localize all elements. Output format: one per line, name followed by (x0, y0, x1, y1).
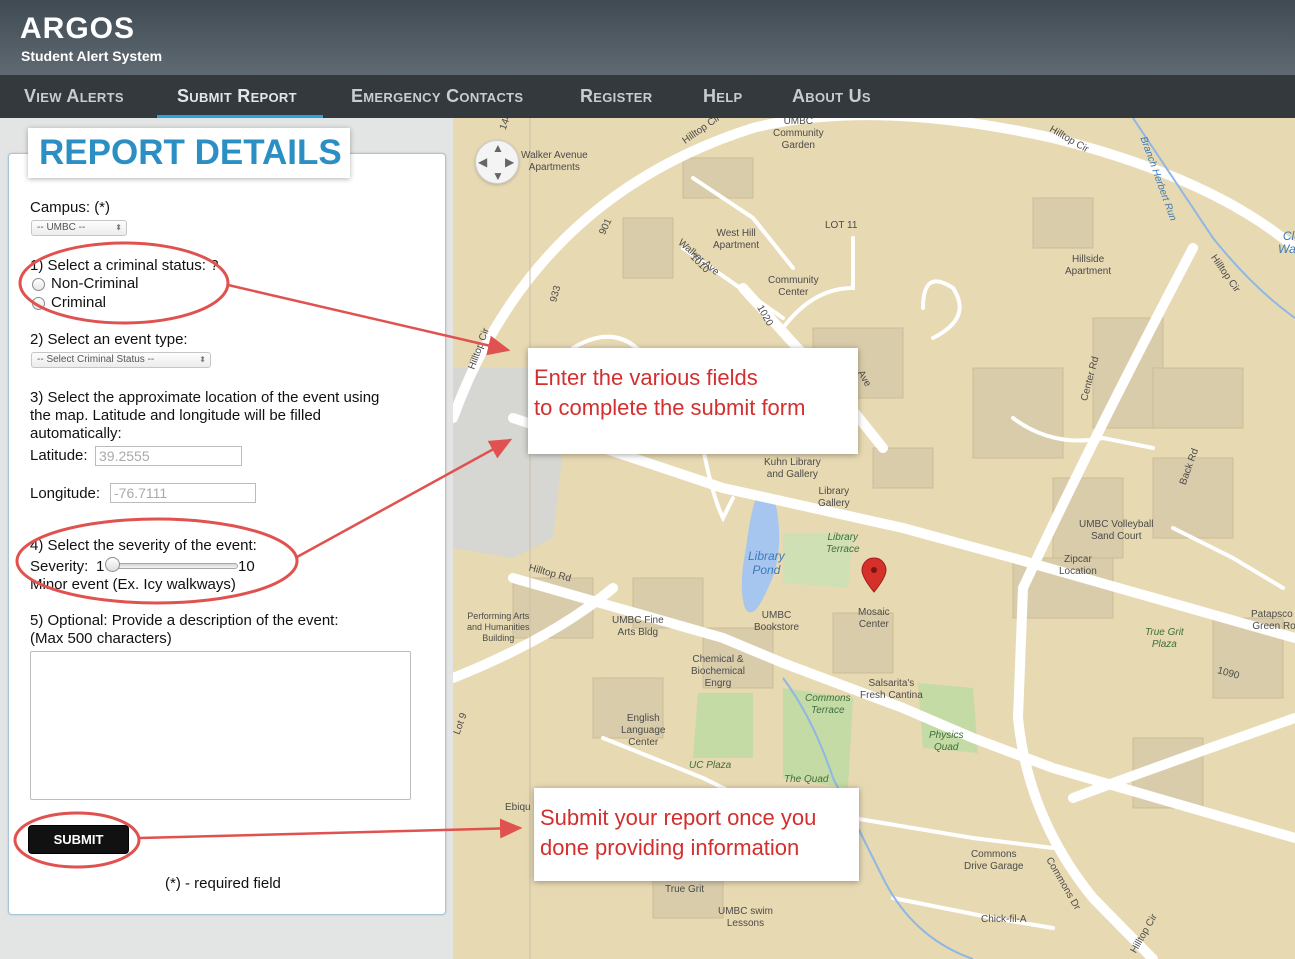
callout-fill-fields-line-1: Enter the various fields (534, 365, 758, 390)
severity-label: Severity: (30, 558, 89, 575)
map-label-library-pond: Library Pond (748, 549, 785, 577)
map-label-community-garden: UMBC Community Garden (773, 118, 824, 151)
submit-button[interactable]: SUBMIT (28, 825, 129, 854)
radio-criminal[interactable] (32, 297, 45, 310)
report-details-heading: REPORT DETAILS (28, 128, 350, 178)
app-header: ARGOS Student Alert System (0, 0, 1295, 75)
latitude-field[interactable]: 39.2555 (95, 446, 242, 466)
callout-fill-fields: Enter the various fields to complete the… (528, 348, 858, 454)
map-label-ebiqu: Ebiqu (505, 802, 531, 813)
map-label-swim-lessons: UMBC swim Lessons (718, 906, 773, 929)
map-label-library-gallery: Library Gallery (818, 486, 850, 509)
longitude-label: Longitude: (30, 485, 101, 502)
severity-slider-track[interactable] (112, 563, 238, 569)
map-label-volleyball: UMBC Volleyball Sand Court (1079, 519, 1154, 542)
severity-instructions: 4) Select the severity of the event: (30, 537, 257, 554)
callout-submit-line-2: done providing information (540, 835, 800, 860)
nav-item-view-alerts[interactable]: View Alerts (24, 86, 124, 107)
nav-item-help[interactable]: Help (703, 86, 742, 107)
map-label-english-language-center: English Language Center (621, 713, 666, 748)
map-label-the-quad: The Quad (784, 774, 829, 785)
event-type-select[interactable]: -- Select Criminal Status -- ⬍ (31, 352, 211, 368)
map-label-west-hill-apartment: West Hill Apartment (713, 228, 760, 251)
longitude-field[interactable]: -76.7111 (110, 483, 256, 503)
description-label-1: 5) Optional: Provide a description of th… (30, 612, 339, 629)
pan-down-icon[interactable]: ▼ (492, 169, 504, 183)
map-label-commons-drive-garage: Commons Drive Garage (964, 849, 1024, 872)
map-label-fine-arts: UMBC Fine Arts Bldg (612, 615, 664, 638)
map-pan-control[interactable]: ▲ ▼ ◀ ▶ (475, 140, 519, 184)
required-field-note: (*) - required field (165, 875, 281, 892)
latitude-label: Latitude: (30, 447, 88, 464)
map-label-salsaritas: Salsarita's Fresh Cantina (860, 678, 923, 701)
description-label-2: (Max 500 characters) (30, 630, 172, 647)
active-tab-indicator (157, 115, 323, 118)
map-label-performing-arts: Performing Arts and Humanities Building (467, 611, 530, 643)
map-label-bookstore: UMBC Bookstore (754, 610, 800, 633)
callout-submit-report: Submit your report once you done providi… (534, 788, 859, 881)
app-subtitle: Student Alert System (21, 48, 163, 64)
radio-label-non-criminal: Non-Criminal (51, 275, 139, 292)
map-label-lot-11: LOT 11 (825, 220, 858, 231)
radio-label-criminal: Criminal (51, 294, 107, 311)
map-label-true-grit: True Grit (665, 884, 705, 895)
nav-item-submit-report[interactable]: Submit Report (177, 86, 297, 107)
map-label-kuhn-library: Kuhn Library and Gallery (764, 457, 821, 480)
callout-fill-fields-line-2: to complete the submit form (534, 395, 806, 420)
event-type-select-value: -- Select Criminal Status -- (37, 354, 155, 365)
map-label-hillside-apartment: Hillside Apartment (1065, 254, 1112, 277)
pan-right-icon[interactable]: ▶ (505, 155, 514, 169)
location-instructions-2: the map. Latitude and longitude will be … (30, 407, 322, 424)
severity-slider-thumb[interactable] (105, 557, 120, 572)
campus-label: Campus: (*) (30, 199, 111, 216)
location-instructions-1: 3) Select the approximate location of th… (30, 389, 380, 406)
nav-item-emergency-contacts[interactable]: Emergency Contacts (351, 86, 523, 107)
nav-item-about-us[interactable]: About Us (792, 86, 871, 107)
map-label-commons-terrace: Commons Terrace (805, 693, 851, 716)
map-label-walker-avenue-apartments: Walker Avenue Apartments (521, 150, 588, 173)
event-type-label: 2) Select an event type: (30, 331, 188, 348)
report-details-title: REPORT DETAILS (39, 133, 342, 172)
map-label-true-grit-plaza: True Grit Plaza (1145, 627, 1184, 650)
severity-description: Minor event (Ex. Icy walkways) (30, 576, 236, 593)
campus-select-value: -- UMBC -- (37, 222, 86, 233)
map-label-physics-quad: Physics Quad (929, 730, 964, 753)
criminal-status-label: 1) Select a criminal status: ? (30, 257, 219, 274)
select-arrows-icon: ⬍ (115, 223, 122, 232)
campus-select[interactable]: -- UMBC -- ⬍ (31, 220, 127, 236)
map-label-patapsco: Patapsco HGreen Roo (1251, 609, 1295, 632)
pan-left-icon[interactable]: ◀ (478, 155, 487, 169)
map-label-community-center: Community Center (768, 275, 819, 298)
map-label-zipcar: Zipcar Location (1059, 554, 1097, 577)
map-label-clear-water: CleWate (1278, 229, 1295, 256)
nav-item-register[interactable]: Register (580, 86, 652, 107)
map-label-chick-fil-a: Chick-fil-A (981, 914, 1027, 925)
map-label-chemical-engineering: Chemical & Biochemical Engrg (691, 654, 745, 689)
map-label-library-terrace: Library Terrace (826, 532, 860, 555)
radio-non-criminal[interactable] (32, 278, 45, 291)
callout-submit-line-1: Submit your report once you (540, 805, 817, 830)
select-arrows-icon: ⬍ (199, 355, 206, 364)
severity-min-label: 1 (96, 558, 105, 575)
app-title: ARGOS (20, 12, 136, 45)
pan-up-icon[interactable]: ▲ (492, 141, 504, 155)
main-nav: View Alerts Submit Report Emergency Cont… (0, 75, 1295, 118)
description-textarea[interactable] (30, 651, 411, 800)
map-label-mosaic-center: Mosaic Center (858, 607, 890, 630)
severity-max-label: 10 (238, 558, 255, 575)
location-instructions-3: automatically: (30, 425, 122, 442)
map-label-uc-plaza: UC Plaza (689, 760, 732, 771)
